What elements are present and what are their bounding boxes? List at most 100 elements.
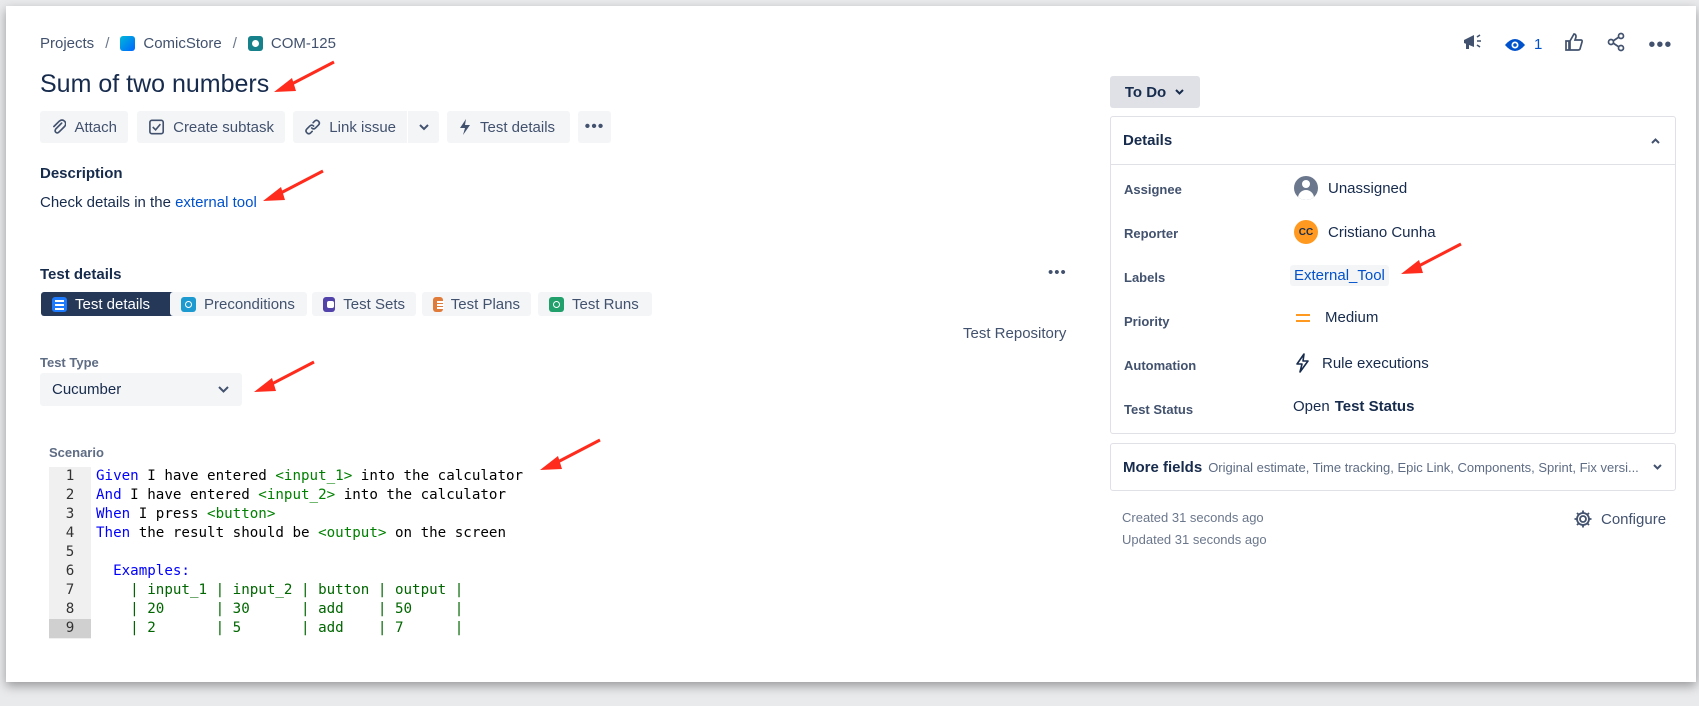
- test-status-field[interactable]: Open Test Status: [1293, 398, 1414, 415]
- code-line[interactable]: | 20 | 30 | add | 50 |: [96, 600, 463, 619]
- subtask-icon: [149, 119, 165, 135]
- configure-button[interactable]: Configure: [1573, 509, 1666, 529]
- tab-test-sets[interactable]: Test Sets: [312, 292, 416, 316]
- line-number: 1: [65, 468, 75, 484]
- preconditions-icon: [181, 296, 196, 312]
- code-token: | input_1 | input_2 | button | output |: [96, 582, 464, 598]
- code-line[interactable]: Then the result should be <output> on th…: [96, 524, 506, 543]
- issue-title[interactable]: Sum of two numbers: [40, 70, 269, 99]
- test-type-value: Cucumber: [52, 381, 122, 398]
- feedback-megaphone-icon[interactable]: [1462, 32, 1482, 57]
- link-issue-button[interactable]: Link issue: [293, 111, 407, 143]
- more-fields-summary: Original estimate, Time tracking, Epic L…: [1208, 459, 1639, 475]
- test-details-button[interactable]: Test details: [447, 111, 570, 143]
- annotation-arrow-icon: [263, 169, 324, 201]
- tab-label: Preconditions: [204, 295, 295, 313]
- code-token: on the screen: [386, 525, 507, 541]
- chevron-down-icon: [1653, 464, 1662, 470]
- attach-label: Attach: [74, 118, 117, 136]
- automation-value: Rule executions: [1322, 354, 1429, 372]
- more-fields-heading: More fields: [1123, 458, 1203, 476]
- annotation-arrow-icon: [254, 360, 315, 392]
- tab-label: Test Plans: [450, 295, 520, 313]
- tab-test-plans[interactable]: Test Plans: [422, 292, 531, 316]
- watch-button[interactable]: 1: [1504, 36, 1542, 53]
- priority-medium-icon: [1296, 313, 1310, 322]
- scenario-code-editor[interactable]: 1 2 3 4 5 6 7 8 9 Given I have entered <input_1> …: [49, 467, 1079, 639]
- line-number: 2: [65, 487, 75, 503]
- chevron-down-icon: [418, 124, 429, 131]
- details-panel-header[interactable]: Details: [1111, 117, 1675, 165]
- test-type-select[interactable]: Cucumber: [40, 373, 242, 406]
- code-line[interactable]: | input_1 | input_2 | button | output |: [96, 581, 463, 600]
- tab-test-runs[interactable]: Test Runs: [538, 292, 652, 316]
- code-token: the result should be: [130, 525, 319, 541]
- code-token: I have entered: [138, 468, 276, 484]
- code-token: <output>: [318, 525, 387, 541]
- test-details-button-label: Test details: [480, 118, 556, 136]
- code-line[interactable]: Examples:: [96, 562, 190, 581]
- configure-label: Configure: [1601, 510, 1667, 528]
- code-token: And: [96, 487, 122, 503]
- details-heading: Details: [1123, 132, 1173, 149]
- attach-button[interactable]: Attach: [40, 111, 128, 143]
- test-runs-icon: [549, 296, 564, 312]
- test-status-value: Test Status: [1334, 398, 1415, 415]
- tab-label: Test details: [75, 295, 151, 313]
- test-issue-type-icon: [247, 36, 263, 51]
- breadcrumb-projects[interactable]: Projects: [40, 35, 94, 52]
- code-token: I press: [130, 506, 208, 522]
- create-subtask-button[interactable]: Create subtask: [137, 111, 285, 143]
- status-button[interactable]: To Do: [1110, 76, 1200, 108]
- share-icon[interactable]: [1606, 32, 1626, 57]
- code-token: | 20 | 30 | add | 50 |: [96, 601, 464, 617]
- code-token: <input_1>: [275, 468, 353, 484]
- avatar-placeholder-icon: [1294, 176, 1318, 200]
- code-line[interactable]: | 2 | 5 | add | 7 |: [96, 619, 463, 638]
- annotation-arrow-icon: [1401, 242, 1462, 274]
- line-number: 6: [65, 563, 75, 579]
- test-status-prefix: Open: [1293, 398, 1330, 415]
- priority-label: Priority: [1124, 314, 1170, 329]
- breadcrumb: Projects / ComicStore / COM-125: [40, 35, 336, 52]
- line-number: 9: [49, 619, 91, 638]
- eye-icon: [1505, 38, 1525, 51]
- description-prefix: Check details in the: [40, 194, 176, 211]
- annotation-arrow-icon: [274, 60, 335, 92]
- chevron-up-icon[interactable]: [1650, 137, 1661, 145]
- more-toolbar-button[interactable]: •••: [578, 111, 611, 143]
- code-token: Then: [96, 525, 131, 541]
- automation-label: Automation: [1124, 358, 1197, 373]
- labels-label: Labels: [1124, 270, 1166, 285]
- test-repository-link[interactable]: Test Repository: [963, 325, 1066, 342]
- code-token: into the calculator: [335, 487, 507, 503]
- list-icon: [52, 296, 67, 312]
- more-actions-icon[interactable]: •••: [1648, 35, 1672, 55]
- link-issue-dropdown-button[interactable]: [408, 111, 439, 143]
- more-fields-panel[interactable]: More fields Original estimate, Time trac…: [1110, 443, 1676, 491]
- code-line[interactable]: And I have entered <input_2> into the ca…: [96, 486, 506, 505]
- code-token: <input_2>: [258, 487, 336, 503]
- chevron-down-icon: [1175, 89, 1184, 95]
- label-tag[interactable]: External_Tool: [1290, 265, 1389, 286]
- description-heading: Description: [40, 165, 123, 182]
- breadcrumb-project[interactable]: ComicStore: [143, 35, 221, 52]
- priority-field[interactable]: Medium: [1294, 309, 1378, 326]
- assignee-field[interactable]: Unassigned: [1294, 176, 1407, 200]
- code-line[interactable]: When I press <button>: [96, 505, 275, 524]
- automation-field[interactable]: Rule executions: [1294, 353, 1429, 373]
- breadcrumb-issue-key[interactable]: COM-125: [271, 35, 336, 52]
- issue-view: Projects / ComicStore / COM-125 1 ••• Su…: [6, 6, 1696, 682]
- external-tool-link[interactable]: external tool: [175, 194, 257, 211]
- like-thumbs-up-icon[interactable]: [1564, 32, 1584, 57]
- test-details-more-icon[interactable]: •••: [1048, 264, 1067, 281]
- priority-value: Medium: [1325, 309, 1379, 326]
- line-number: 4: [65, 525, 75, 541]
- more-icon: •••: [584, 118, 605, 135]
- tab-preconditions[interactable]: Preconditions: [170, 292, 307, 316]
- annotation-arrow-icon: [540, 438, 601, 470]
- labels-field[interactable]: External_Tool: [1290, 265, 1389, 286]
- code-line[interactable]: Given I have entered <input_1> into the …: [96, 467, 523, 486]
- link-issue-label: Link issue: [329, 118, 396, 136]
- paperclip-icon: [53, 119, 67, 134]
